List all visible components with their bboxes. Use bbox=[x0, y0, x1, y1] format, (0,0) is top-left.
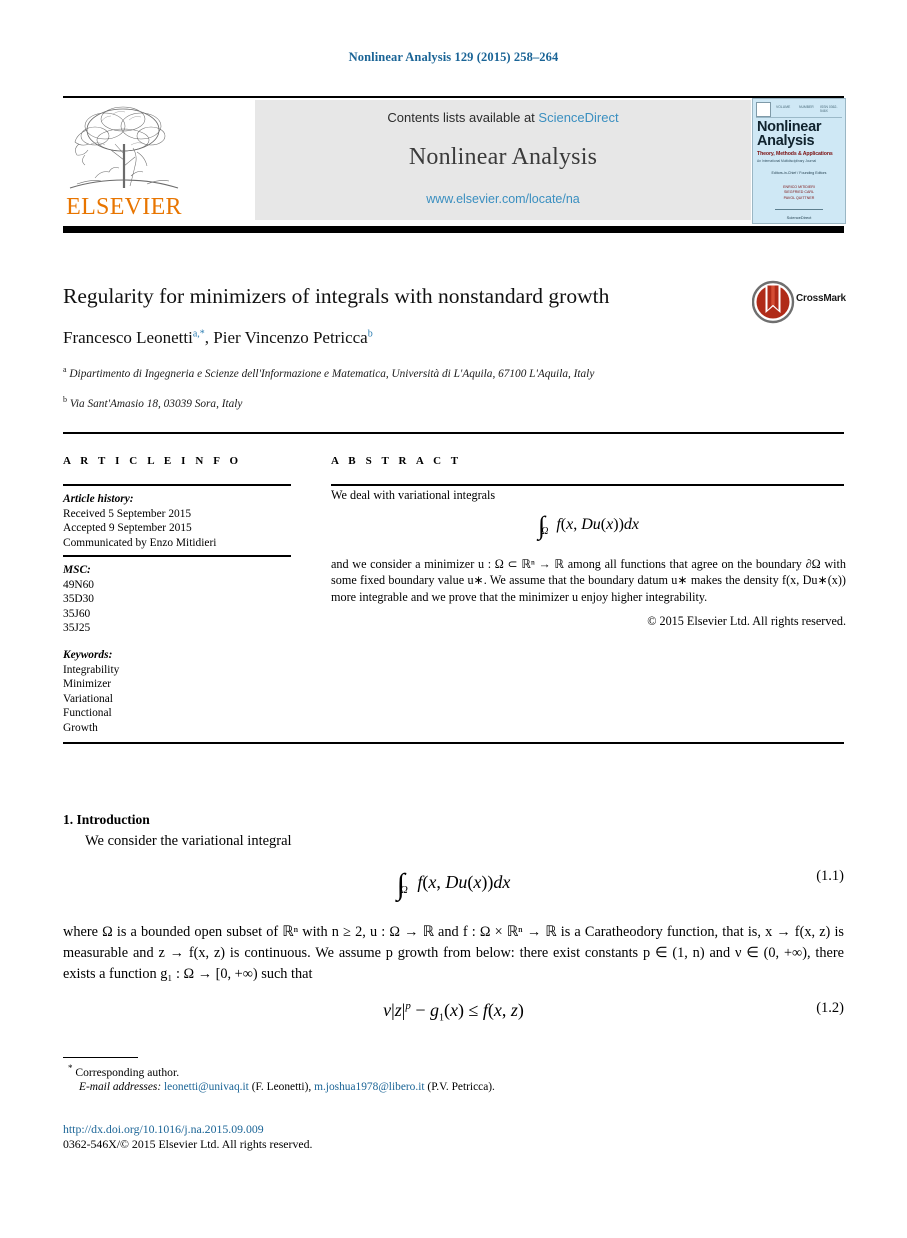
corresponding-marker: * bbox=[68, 1063, 73, 1073]
keyword-item: Growth bbox=[63, 721, 98, 734]
cover-editor-names: ENRICO MITIDIERI SIEGFRIED CARL PAVOL QU… bbox=[783, 185, 815, 200]
contents-prefix: Contents lists available at bbox=[387, 110, 539, 125]
elsevier-tree-icon bbox=[69, 106, 179, 189]
msc-block: MSC: 49N60 35D30 35J60 35J25 bbox=[63, 563, 293, 636]
elsevier-wordmark: ELSEVIER bbox=[66, 194, 182, 220]
msc-label: MSC: bbox=[63, 564, 91, 576]
author-2-affiliation-marker[interactable]: b bbox=[368, 328, 373, 339]
sciencedirect-link[interactable]: ScienceDirect bbox=[538, 110, 618, 125]
email-link-2[interactable]: m.joshua1978@libero.it bbox=[314, 1081, 424, 1093]
cover-publisher-mark bbox=[756, 102, 771, 117]
keywords-label: Keywords: bbox=[63, 649, 113, 661]
msc-code: 35J60 bbox=[63, 607, 91, 620]
article-history-label: Article history: bbox=[63, 493, 134, 505]
author-1-affiliation-marker[interactable]: a,* bbox=[193, 328, 205, 339]
article-info-rule-1 bbox=[63, 484, 291, 486]
cover-subtitle-secondary: An International Multidisciplinary Journ… bbox=[757, 159, 817, 163]
affiliation-a: a Dipartimento di Ingegneria e Scienze d… bbox=[63, 363, 763, 381]
issn-copyright-line: 0362-546X/© 2015 Elsevier Ltd. All right… bbox=[63, 1137, 313, 1151]
equation-1-2-number: (1.2) bbox=[816, 1000, 844, 1016]
masthead-bottom-rule bbox=[63, 226, 844, 233]
email-owner-2: (P.V. Petricca). bbox=[427, 1081, 495, 1093]
author-name-1: Francesco Leonetti bbox=[63, 328, 193, 347]
cover-footer-label: ScienceDirect bbox=[786, 215, 812, 220]
equation-1-1: ∫Ω f(x, Du(x))dx bbox=[396, 868, 511, 901]
crossmark-icon bbox=[751, 280, 795, 324]
article-info-rule-2 bbox=[63, 555, 291, 557]
author-separator: , bbox=[204, 328, 214, 347]
email-addresses-note: E-mail addresses: leonetti@univaq.it (F.… bbox=[79, 1081, 495, 1093]
abstract-body: We deal with variational integrals ∫Ω f(… bbox=[331, 487, 846, 630]
author-name-2: Pier Vincenzo Petricca bbox=[213, 328, 368, 347]
abstract-bottom-rule bbox=[63, 742, 844, 744]
elsevier-logo: ELSEVIER bbox=[65, 100, 183, 222]
keyword-item: Minimizer bbox=[63, 678, 112, 691]
author-list: Francesco Leonettia,*, Pier Vincenzo Pet… bbox=[63, 328, 763, 348]
crossmark-badge[interactable]: CrossMark bbox=[751, 280, 847, 324]
cover-editors-label: Editors-in-Chief / Founding Editors bbox=[771, 171, 827, 175]
contents-available-line: Contents lists available at ScienceDirec… bbox=[255, 110, 751, 125]
cover-issn-label: ISSN 0362-546X bbox=[820, 105, 838, 113]
doi-link[interactable]: http://dx.doi.org/10.1016/j.na.2015.09.0… bbox=[63, 1122, 264, 1137]
cover-divider bbox=[775, 209, 823, 210]
journal-cover-thumbnail: VOLUME NUMBER ISSN 0362-546X Nonlinear A… bbox=[752, 98, 846, 224]
msc-code: 49N60 bbox=[63, 578, 95, 591]
abstract-formula: ∫Ω f(x, Du(x))dx bbox=[537, 511, 639, 541]
cover-volume-label: VOLUME bbox=[776, 105, 791, 109]
msc-code: 35J25 bbox=[63, 622, 91, 635]
contents-box: Contents lists available at ScienceDirec… bbox=[255, 100, 751, 220]
equation-1-1-number: (1.1) bbox=[816, 868, 844, 884]
running-head: Nonlinear Analysis 129 (2015) 258–264 bbox=[348, 50, 559, 64]
abstract-rule bbox=[331, 484, 844, 486]
keyword-item: Variational bbox=[63, 692, 113, 705]
introduction-lead: We consider the variational integral bbox=[85, 833, 292, 849]
footnote-rule bbox=[63, 1057, 138, 1059]
article-info-heading: A R T I C L E I N F O bbox=[63, 455, 242, 467]
article-history-communicated: Communicated by Enzo Mitidieri bbox=[63, 536, 217, 549]
msc-code: 35D30 bbox=[63, 593, 95, 606]
abstract-copyright: © 2015 Elsevier Ltd. All rights reserved… bbox=[647, 614, 846, 629]
info-section-top-rule bbox=[63, 432, 844, 434]
corresponding-author-note: * Corresponding author. bbox=[68, 1063, 179, 1079]
section-heading-introduction: 1. Introduction bbox=[63, 812, 150, 827]
abstract-text: and we consider a minimizer u : Ω ⊂ ℝⁿ →… bbox=[331, 557, 846, 604]
keywords-block: Keywords: Integrability Minimizer Variat… bbox=[63, 648, 293, 736]
abstract-heading: A B S T R A C T bbox=[331, 455, 462, 467]
equation-1-2: ν|z|p − g1(x) ≤ f(x, z) bbox=[383, 1000, 524, 1024]
keyword-item: Integrability bbox=[63, 663, 120, 676]
crossmark-label: CrossMark bbox=[796, 293, 846, 304]
paper-page: Nonlinear Analysis 129 (2015) 258–264 EL… bbox=[0, 0, 907, 1238]
article-history-received: Received 5 September 2015 bbox=[63, 507, 192, 520]
journal-title: Nonlinear Analysis bbox=[408, 144, 598, 170]
affiliation-b-text: Via Sant'Amasio 18, 03039 Sora, Italy bbox=[69, 397, 243, 410]
keyword-item: Functional bbox=[63, 707, 112, 720]
page-title: Regularity for minimizers of integrals w… bbox=[63, 284, 610, 308]
affiliation-b: b Via Sant'Amasio 18, 03039 Sora, Italy bbox=[63, 393, 763, 411]
article-history-block: Article history: Received 5 September 20… bbox=[63, 492, 293, 550]
email-label: E-mail addresses: bbox=[79, 1081, 162, 1093]
cover-topbar: VOLUME NUMBER ISSN 0362-546X bbox=[756, 102, 842, 118]
affiliation-a-marker: a bbox=[63, 365, 67, 374]
email-link-1[interactable]: leonetti@univaq.it bbox=[164, 1081, 249, 1093]
abstract-lead: We deal with variational integrals bbox=[331, 488, 496, 502]
cover-title: Nonlinear Analysis bbox=[757, 119, 822, 149]
cover-number-label: NUMBER bbox=[799, 105, 814, 109]
journal-homepage-link[interactable]: www.elsevier.com/locate/na bbox=[255, 192, 751, 206]
cover-subtitle: Theory, Methods & Applications bbox=[757, 151, 833, 157]
article-history-accepted: Accepted 9 September 2015 bbox=[63, 522, 192, 535]
introduction-paragraph: where Ω is a bounded open subset of ℝⁿ w… bbox=[63, 924, 844, 982]
affiliation-b-marker: b bbox=[63, 395, 67, 404]
journal-masthead: ELSEVIER Contents lists available at Sci… bbox=[63, 98, 846, 224]
affiliation-a-text: Dipartimento di Ingegneria e Scienze del… bbox=[69, 367, 595, 380]
email-owner-1: (F. Leonetti), bbox=[251, 1081, 312, 1093]
corresponding-author-text: Corresponding author. bbox=[75, 1065, 180, 1079]
